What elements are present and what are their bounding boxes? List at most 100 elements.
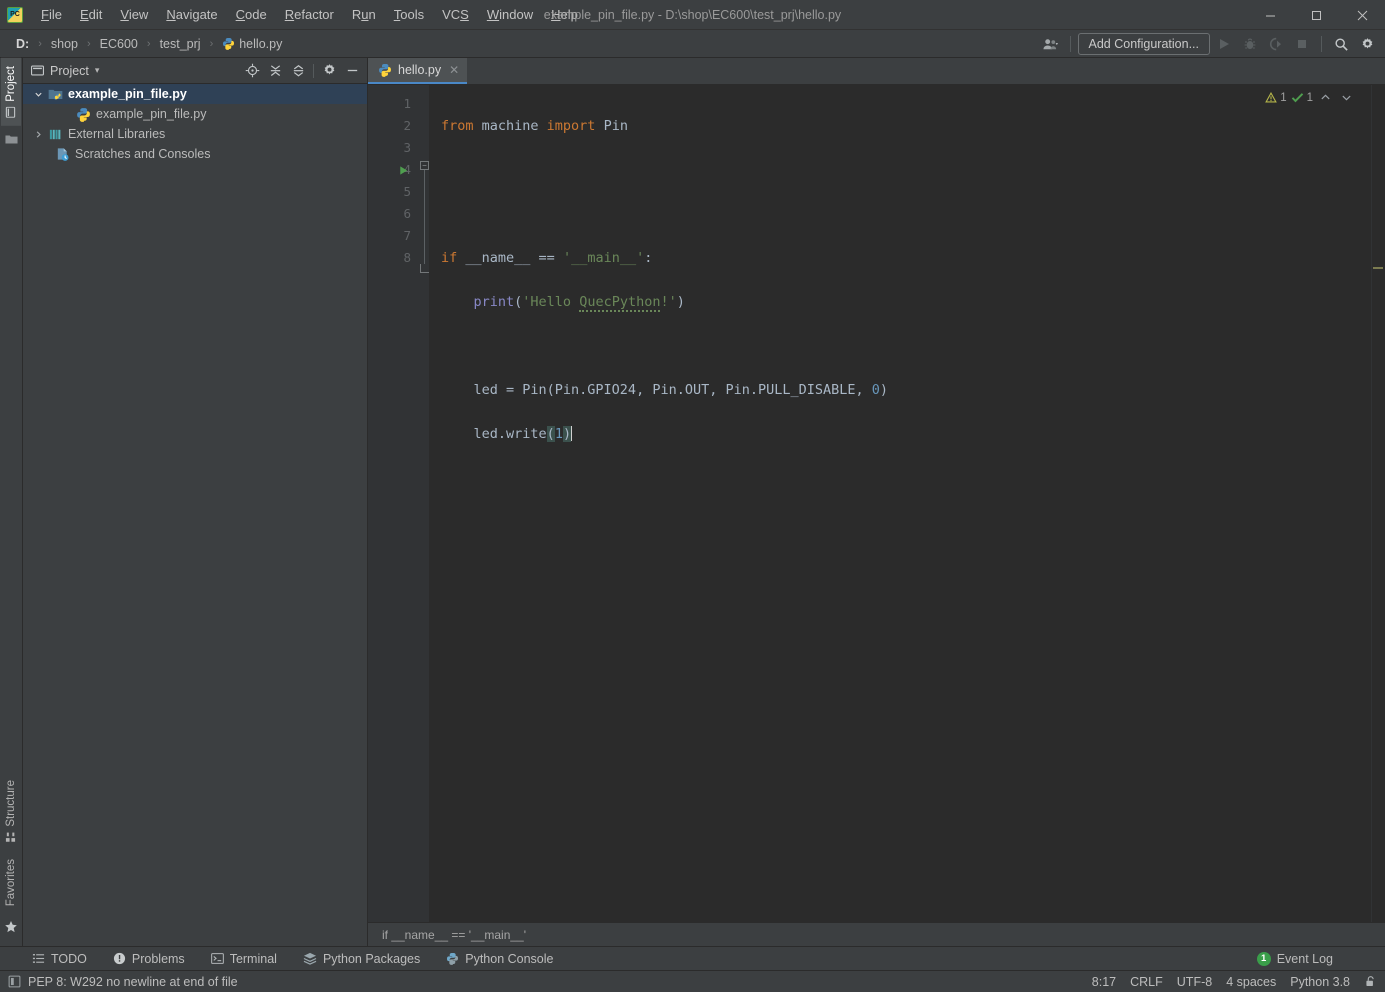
title-bar: PC FFileile Edit View Navigate Code Refa…: [0, 0, 1385, 30]
breadcrumb-hello-py[interactable]: hello.py: [216, 35, 288, 53]
code-content[interactable]: from machine import Pin if __name__ == '…: [430, 85, 1385, 922]
editor-tab-hello-py[interactable]: hello.py ✕: [368, 57, 468, 84]
rail-tab-project[interactable]: Project: [1, 58, 21, 126]
tool-window-python-packages[interactable]: Python Packages: [299, 950, 424, 968]
run-gutter-icon[interactable]: [396, 159, 410, 181]
run-icon[interactable]: [1212, 32, 1236, 56]
locate-icon[interactable]: [241, 60, 263, 82]
chevron-up-icon[interactable]: [1317, 92, 1334, 103]
menu-help[interactable]: Help: [542, 3, 587, 26]
breadcrumb-drive[interactable]: D:: [10, 35, 35, 53]
chevron-down-icon[interactable]: ▾: [95, 65, 100, 76]
folder-icon[interactable]: [4, 132, 18, 146]
user-group-icon[interactable]: [1039, 32, 1063, 56]
menu-navigate[interactable]: Navigate: [157, 3, 226, 26]
menu-code[interactable]: Code: [227, 3, 276, 26]
rail-tab-favorites-label: Favorites: [5, 858, 17, 906]
python-interpreter[interactable]: Python 3.8: [1290, 975, 1350, 989]
main-body: Project Structure Favorites Project ▾ ex…: [0, 57, 1385, 946]
breadcrumb-separator: ›: [38, 37, 42, 50]
project-pane-title: Project: [50, 63, 89, 78]
tool-window-terminal[interactable]: Terminal: [207, 950, 281, 968]
project-tool-window: Project ▾ example_pin_file.py example_pi…: [23, 58, 368, 946]
rail-tab-project-label: Project: [5, 66, 17, 102]
breadcrumb-ec600[interactable]: EC600: [94, 35, 144, 53]
menu-file-label: ile: [48, 7, 62, 22]
breadcrumb: D: › shop › EC600 › test_prj › hello.py: [0, 35, 288, 53]
gear-icon[interactable]: [1355, 32, 1379, 56]
menu-vcs[interactable]: VCS: [433, 3, 478, 26]
tool-window-terminal-label: Terminal: [229, 951, 277, 966]
tree-row-label: example_pin_file.py: [68, 87, 187, 101]
packages-icon: [303, 952, 317, 965]
run-coverage-icon[interactable]: [1264, 32, 1288, 56]
chevron-down-icon[interactable]: [31, 87, 45, 101]
chevron-down-icon[interactable]: [1338, 92, 1355, 103]
star-icon[interactable]: [4, 920, 18, 934]
check-indicator[interactable]: 1: [1291, 91, 1313, 104]
hide-icon[interactable]: [341, 60, 363, 82]
indent-setting[interactable]: 4 spaces: [1226, 975, 1276, 989]
tool-window-problems[interactable]: Problems: [109, 950, 189, 968]
menu-refactor[interactable]: Refactor: [276, 3, 343, 26]
breadcrumb-shop[interactable]: shop: [45, 35, 84, 53]
tree-row[interactable]: External Libraries: [23, 124, 367, 144]
tree-row[interactable]: example_pin_file.py: [23, 104, 367, 124]
caret-position[interactable]: 8:17: [1092, 975, 1116, 989]
status-bar: PEP 8: W292 no newline at end of file 8:…: [0, 970, 1385, 992]
project-pane-title-group[interactable]: Project ▾: [31, 64, 99, 78]
project-root-icon: [47, 86, 63, 102]
debug-icon[interactable]: [1238, 32, 1262, 56]
maximize-button[interactable]: [1293, 0, 1339, 30]
warning-marker[interactable]: [1373, 267, 1383, 269]
editor-column: hello.py ✕ 1 2 3 4 5 6 7 8 − from machin…: [368, 57, 1385, 946]
editor-breadcrumb[interactable]: if __name__ == '__main__': [368, 922, 1385, 946]
tool-window-todo[interactable]: TODO: [28, 950, 91, 968]
line-number: 6: [403, 206, 411, 221]
line-separator[interactable]: CRLF: [1130, 975, 1163, 989]
expand-all-icon[interactable]: [264, 60, 286, 82]
tool-window-problems-label: Problems: [131, 951, 185, 966]
todo-icon: [32, 952, 45, 965]
close-button[interactable]: [1339, 0, 1385, 30]
menu-edit[interactable]: Edit: [71, 3, 111, 26]
search-icon[interactable]: [1329, 32, 1353, 56]
fold-collapse-icon[interactable]: −: [420, 161, 429, 170]
lock-icon[interactable]: [1364, 975, 1377, 988]
editor-marker-bar[interactable]: [1371, 85, 1385, 922]
stop-icon[interactable]: [1290, 32, 1314, 56]
menu-file[interactable]: FFileile: [32, 3, 71, 26]
warning-indicator[interactable]: 1: [1265, 91, 1287, 104]
line-number: 2: [403, 118, 411, 133]
code-line-8: led.write(1): [441, 426, 573, 442]
python-file-icon: [75, 106, 91, 122]
file-encoding[interactable]: UTF-8: [1177, 975, 1212, 989]
code-line-4: if __name__ == '__main__':: [441, 250, 653, 266]
rail-tab-favorites[interactable]: Favorites: [1, 851, 21, 914]
tool-window-todo-label: TODO: [51, 951, 87, 966]
terminal-icon: [210, 952, 224, 965]
event-log-button[interactable]: 1 Event Log: [1256, 951, 1333, 966]
pycharm-logo-icon: PC: [7, 6, 23, 23]
menu-view[interactable]: View: [111, 3, 157, 26]
collapse-all-icon[interactable]: [287, 60, 309, 82]
tree-row[interactable]: Scratches and Consoles: [23, 144, 367, 164]
left-tool-rail: Project Structure Favorites: [0, 58, 23, 946]
add-configuration-button[interactable]: Add Configuration...: [1077, 33, 1210, 55]
line-number: 8: [403, 250, 411, 265]
menu-window[interactable]: Window: [478, 3, 542, 26]
breadcrumb-test-prj[interactable]: test_prj: [154, 35, 207, 53]
navigation-bar: D: › shop › EC600 › test_prj › hello.py: [0, 30, 1385, 58]
rail-tab-structure[interactable]: Structure: [1, 772, 21, 851]
minimize-button[interactable]: [1247, 0, 1293, 30]
tree-row[interactable]: example_pin_file.py: [23, 84, 367, 104]
inspection-widget[interactable]: 1 1: [1265, 91, 1355, 104]
close-icon[interactable]: ✕: [449, 63, 459, 77]
fold-region-end-icon[interactable]: [420, 264, 429, 273]
tool-window-python-console[interactable]: Python Console: [442, 950, 557, 968]
menu-run[interactable]: Run: [343, 3, 385, 26]
gear-icon[interactable]: [318, 60, 340, 82]
chevron-right-icon[interactable]: [31, 127, 45, 141]
menu-tools[interactable]: Tools: [385, 3, 433, 26]
